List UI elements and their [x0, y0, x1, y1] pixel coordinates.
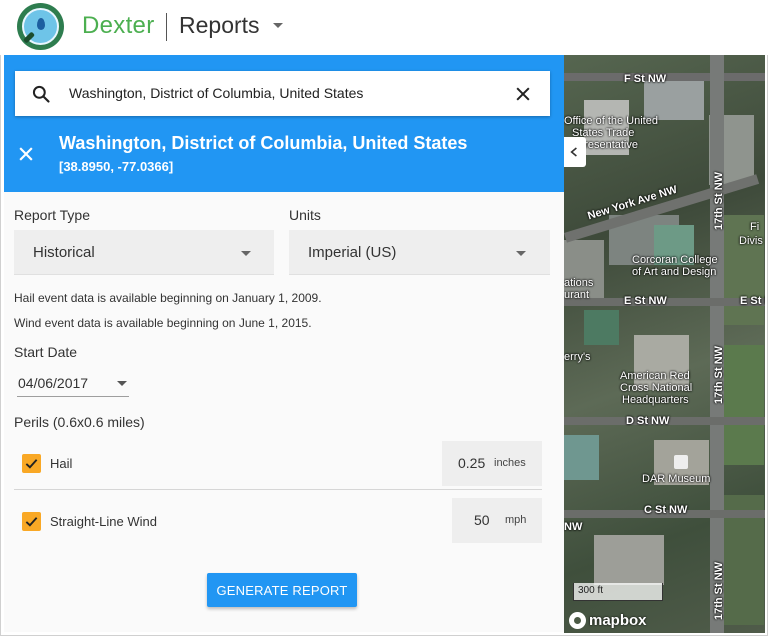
report-panel: Washington, District of Columbia, United…: [4, 55, 564, 632]
mapbox-logo-icon: [569, 612, 586, 629]
section-dropdown-icon[interactable]: [273, 23, 283, 28]
collapse-panel-button[interactable]: [564, 137, 586, 167]
map-label: ations: [564, 277, 594, 289]
hail-availability-note: Hail event data is available beginning o…: [14, 291, 322, 305]
map-label: of Art and Design: [632, 266, 717, 278]
location-banner: Washington, District of Columbia, United…: [4, 55, 564, 192]
map-label: Corcoran College: [632, 254, 718, 266]
chevron-down-icon: [241, 251, 251, 256]
app-header: Dexter Reports: [0, 0, 768, 55]
map-scale: 300 ft: [573, 583, 663, 601]
peril-divider: [14, 489, 542, 490]
chevron-left-icon: [570, 147, 577, 157]
map-label: Office of the United: [564, 115, 658, 127]
map-label: Fi: [750, 221, 760, 233]
museum-icon: [674, 455, 688, 469]
start-date-label: Start Date: [14, 344, 78, 360]
location-coordinates: [38.8950, -77.0366]: [59, 159, 174, 174]
perils-label: Perils (0.6x0.6 miles): [14, 414, 145, 430]
map-label: American Red: [620, 370, 690, 382]
map-label: E St NW: [740, 295, 765, 307]
clear-search-icon[interactable]: [513, 84, 533, 104]
search-icon: [32, 85, 50, 103]
location-title: Washington, District of Columbia, United…: [59, 133, 468, 153]
wind-checkbox[interactable]: [22, 512, 41, 531]
map-label: 17th St NW: [713, 561, 726, 621]
map-label: 17th St NW: [713, 345, 726, 405]
check-icon: [25, 517, 38, 527]
close-location-icon[interactable]: [16, 144, 36, 164]
map-label: Divis: [739, 235, 763, 247]
map-label: C St NW: [644, 504, 688, 516]
map-label: Headquarters: [622, 394, 689, 406]
search-input[interactable]: Washington, District of Columbia, United…: [69, 85, 363, 101]
check-icon: [25, 459, 38, 469]
location-search-box[interactable]: Washington, District of Columbia, United…: [15, 71, 550, 116]
map-label: 17th St NW: [713, 171, 726, 231]
units-select[interactable]: Imperial (US): [289, 230, 550, 275]
header-divider: [166, 13, 167, 41]
map-label: erry's: [564, 351, 591, 363]
hail-threshold-input[interactable]: 0.25 inches: [442, 441, 542, 486]
map-label: D St NW: [626, 415, 670, 427]
hail-label: Hail: [50, 456, 73, 471]
chevron-down-icon: [117, 381, 127, 386]
units-label: Units: [289, 207, 321, 223]
start-date-picker[interactable]: 04/06/2017: [17, 373, 129, 397]
generate-report-button[interactable]: GENERATE REPORT: [207, 573, 357, 607]
map-label: E St NW: [624, 295, 667, 307]
brand-name: Dexter: [82, 12, 155, 39]
map-label: DAR Museum: [642, 473, 711, 485]
chevron-down-icon: [516, 251, 526, 256]
report-type-select[interactable]: Historical: [14, 230, 274, 275]
dexter-logo-icon: [17, 3, 64, 50]
map-label: F St NW: [624, 73, 667, 85]
map-label: NW: [564, 521, 583, 533]
satellite-map[interactable]: F St NW Office of the United States Trad…: [564, 55, 765, 633]
wind-availability-note: Wind event data is available beginning o…: [14, 316, 312, 330]
map-label: urant: [564, 289, 590, 301]
map-label: Cross National: [620, 382, 693, 394]
wind-threshold-input[interactable]: 50 mph: [452, 498, 542, 543]
wind-label: Straight-Line Wind: [50, 514, 157, 529]
section-title[interactable]: Reports: [179, 12, 260, 39]
report-type-label: Report Type: [14, 207, 91, 223]
hail-checkbox[interactable]: [22, 454, 41, 473]
